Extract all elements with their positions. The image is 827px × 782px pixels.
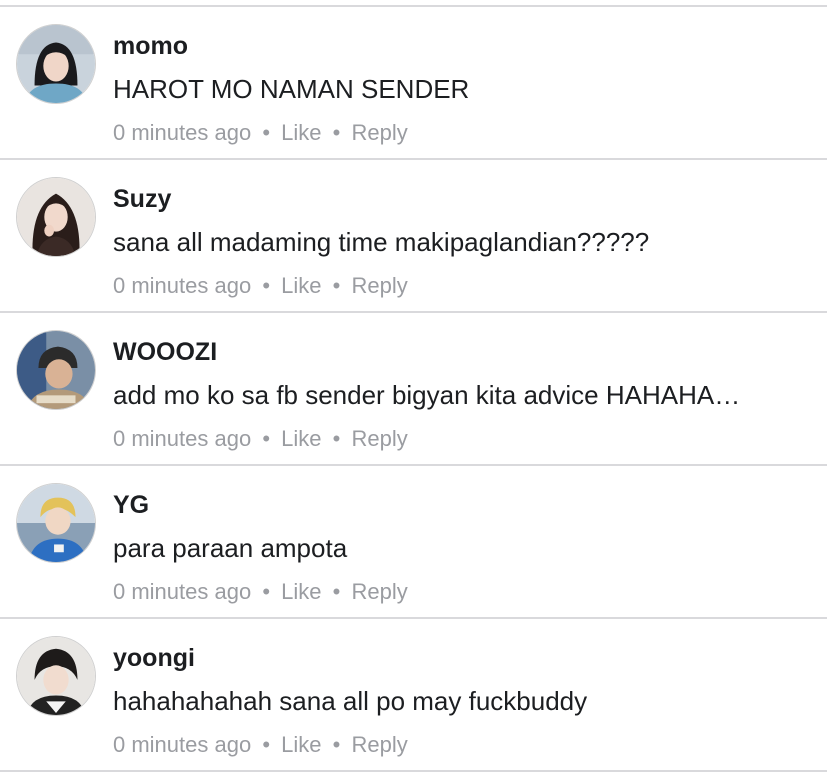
user-avatar-photo-icon [17,637,95,715]
avatar[interactable] [16,330,96,410]
separator-dot: • [332,732,341,757]
comment-item: momo HAROT MO NAMAN SENDER 0 minutes ago… [0,7,827,160]
user-avatar-photo-icon [17,331,95,409]
separator-dot: • [332,426,341,451]
divider [0,770,827,772]
comment-text: add mo ko sa fb sender bigyan kita advic… [113,380,741,410]
separator-dot: • [262,732,271,757]
like-button[interactable]: Like [281,273,321,298]
separator-dot: • [332,120,341,145]
comment-timestamp: 0 minutes ago [113,579,252,604]
comment-timestamp: 0 minutes ago [113,732,252,757]
comment-timestamp: 0 minutes ago [113,273,252,298]
avatar[interactable] [16,483,96,563]
comment-timestamp: 0 minutes ago [113,120,252,145]
comment-meta: 0 minutes ago • Like • Reply [113,579,408,605]
separator-dot: • [262,273,271,298]
comment-author[interactable]: Suzy [113,185,171,214]
comment-text: hahahahahah sana all po may fuckbuddy [113,686,588,716]
reply-button[interactable]: Reply [351,579,407,604]
comment-text: sana all madaming time makipaglandian???… [113,227,650,257]
separator-dot: • [332,579,341,604]
like-button[interactable]: Like [281,579,321,604]
comment-meta: 0 minutes ago • Like • Reply [113,273,408,299]
comment-item: YG para paraan ampota 0 minutes ago • Li… [0,466,827,619]
comment-text: para paraan ampota [113,533,348,563]
comment-author[interactable]: WOOOZI [113,338,217,367]
separator-dot: • [332,273,341,298]
reply-button[interactable]: Reply [351,273,407,298]
comment-author[interactable]: YG [113,491,149,520]
comment-item: WOOOZI add mo ko sa fb sender bigyan kit… [0,313,827,466]
comment-timestamp: 0 minutes ago [113,426,252,451]
like-button[interactable]: Like [281,732,321,757]
avatar[interactable] [16,177,96,257]
avatar[interactable] [16,636,96,716]
like-button[interactable]: Like [281,120,321,145]
comment-list: momo HAROT MO NAMAN SENDER 0 minutes ago… [0,0,827,782]
reply-button[interactable]: Reply [351,426,407,451]
user-avatar-photo-icon [17,484,95,562]
comment-meta: 0 minutes ago • Like • Reply [113,120,408,146]
reply-button[interactable]: Reply [351,120,407,145]
comment-item: yoongi hahahahahah sana all po may fuckb… [0,619,827,772]
separator-dot: • [262,579,271,604]
comment-author[interactable]: momo [113,32,188,61]
reply-button[interactable]: Reply [351,732,407,757]
comment-item: Suzy sana all madaming time makipaglandi… [0,160,827,313]
separator-dot: • [262,426,271,451]
user-avatar-photo-icon [17,178,95,256]
comment-meta: 0 minutes ago • Like • Reply [113,732,408,758]
separator-dot: • [262,120,271,145]
user-avatar-photo-icon [17,25,95,103]
comment-text: HAROT MO NAMAN SENDER [113,74,470,104]
like-button[interactable]: Like [281,426,321,451]
comment-author[interactable]: yoongi [113,644,195,673]
avatar[interactable] [16,24,96,104]
comment-meta: 0 minutes ago • Like • Reply [113,426,408,452]
